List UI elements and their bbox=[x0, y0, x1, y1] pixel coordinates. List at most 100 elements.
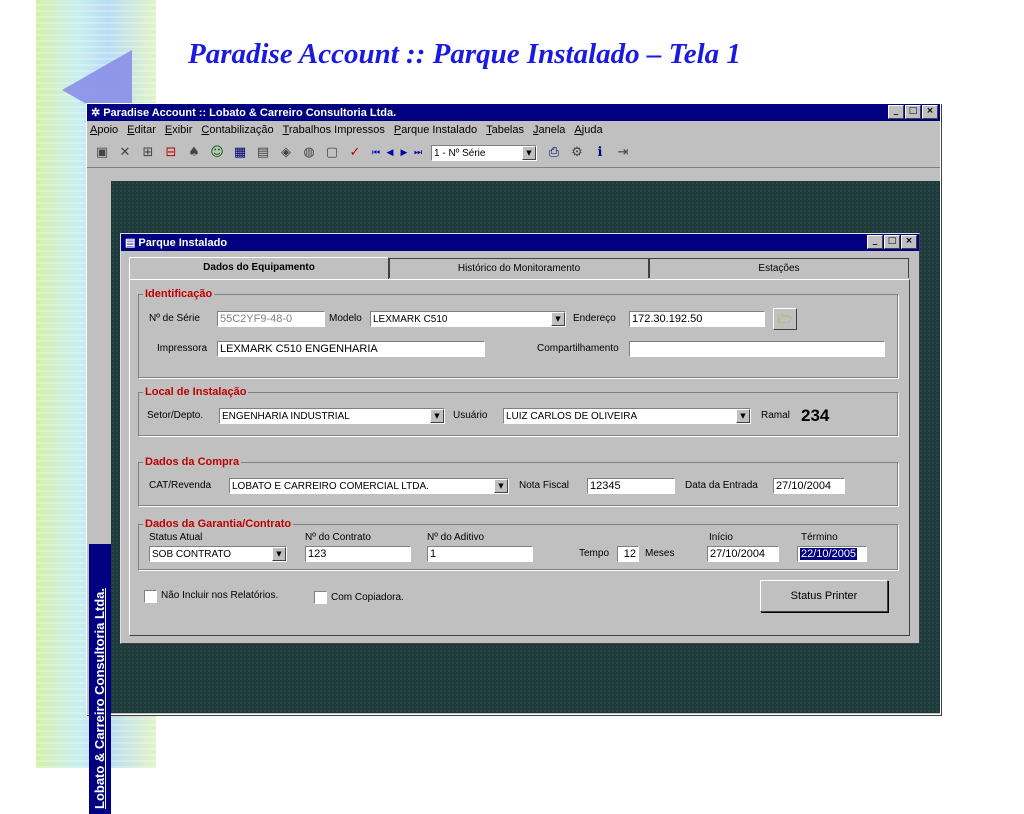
menu-contabilizacao[interactable]: Contabilização bbox=[201, 124, 273, 136]
menu-exibir[interactable]: Exibir bbox=[165, 124, 193, 136]
binoculars-icon[interactable]: ♠ bbox=[185, 144, 203, 162]
vertical-company-text: Lobato & Carreiro Consultoria Ltda. bbox=[92, 587, 107, 809]
child-title: Parque Instalado bbox=[138, 236, 228, 249]
chevron-down-icon[interactable]: ▼ bbox=[736, 409, 750, 423]
chevron-down-icon[interactable]: ▼ bbox=[494, 479, 508, 493]
local-instalacao-group: Local de Instalação Setor/Depto. ENGENHA… bbox=[138, 386, 898, 436]
delete-record-icon[interactable]: ⊟ bbox=[162, 144, 180, 162]
setor-select[interactable]: ENGENHARIA INDUSTRIAL ▼ bbox=[219, 408, 445, 424]
cat-label: CAT/Revenda bbox=[149, 480, 212, 491]
meses-label: Meses bbox=[645, 548, 675, 559]
minimize-button[interactable]: _ bbox=[888, 105, 904, 119]
info-icon[interactable]: ℹ bbox=[591, 144, 609, 162]
contrato-field[interactable]: 123 bbox=[305, 546, 411, 562]
nao-incluir-checkbox[interactable] bbox=[144, 590, 157, 603]
filter-icon[interactable]: ◈ bbox=[277, 144, 295, 162]
aditivo-field[interactable]: 1 bbox=[427, 546, 533, 562]
serie-field[interactable]: 55C2YF9-48-0 bbox=[217, 311, 325, 327]
clipboard-icon[interactable]: ▢ bbox=[323, 144, 341, 162]
termino-field[interactable]: 22/10/2005 bbox=[797, 546, 867, 562]
tab-historico-monitoramento[interactable]: Histórico do Monitoramento bbox=[389, 258, 649, 278]
grid-icon[interactable]: ▦ bbox=[231, 144, 249, 162]
report-icon[interactable]: ▤ bbox=[254, 144, 272, 162]
child-close-button[interactable]: × bbox=[901, 235, 917, 249]
com-copiadora-label: Com Copiadora. bbox=[331, 592, 404, 603]
menu-tabelas[interactable]: Tabelas bbox=[486, 124, 524, 136]
garantia-group: Dados da Garantia/Contrato Status Atual … bbox=[138, 518, 898, 570]
impressora-field[interactable]: LEXMARK C510 ENGENHARIA bbox=[217, 341, 485, 357]
chevron-down-icon[interactable]: ▼ bbox=[430, 409, 444, 423]
search-field-value: 1 - Nº Série bbox=[434, 147, 486, 159]
first-record-icon[interactable]: ⏮ bbox=[369, 145, 383, 161]
serie-label: Nº de Série bbox=[149, 313, 200, 324]
tab-strip: Dados do Equipamento Histórico do Monito… bbox=[129, 257, 909, 279]
modelo-select[interactable]: LEXMARK C510 ▼ bbox=[370, 311, 566, 327]
tab-estacoes[interactable]: Estações bbox=[649, 258, 909, 278]
tempo-label: Tempo bbox=[579, 548, 610, 559]
compartilhamento-field[interactable] bbox=[629, 341, 885, 357]
child-minimize-button[interactable]: _ bbox=[867, 235, 883, 249]
chevron-down-icon[interactable]: ▼ bbox=[272, 547, 286, 561]
slide-title: Paradise Account :: Parque Instalado – T… bbox=[188, 38, 741, 70]
exit-icon[interactable]: ⇥ bbox=[614, 144, 632, 162]
child-titlebar: ▤ Parque Instalado _ □ × bbox=[121, 234, 919, 251]
menubar: Apoio Editar Exibir Contabilização Traba… bbox=[87, 121, 940, 139]
ramal-value: 234 bbox=[801, 406, 830, 425]
garantia-legend: Dados da Garantia/Contrato bbox=[145, 518, 292, 530]
printer-icon[interactable]: ⎙ bbox=[545, 144, 563, 162]
folder-open-icon[interactable]: 🗁 bbox=[773, 308, 797, 330]
tab-dados-equipamento[interactable]: Dados do Equipamento bbox=[129, 257, 389, 279]
modelo-value: LEXMARK C510 bbox=[373, 313, 448, 325]
close-button[interactable]: × bbox=[922, 105, 938, 119]
record-navigator: ⏮ ◀ ▶ ⏭ bbox=[369, 145, 425, 161]
child-maximize-button[interactable]: □ bbox=[884, 235, 900, 249]
prev-record-icon[interactable]: ◀ bbox=[383, 145, 397, 161]
search-field-combo[interactable]: 1 - Nº Série ▼ bbox=[431, 145, 537, 161]
termino-value: 22/10/2005 bbox=[800, 548, 858, 560]
usuario-select[interactable]: LUIZ CARLOS DE OLIVEIRA ▼ bbox=[503, 408, 751, 424]
maximize-button[interactable]: □ bbox=[905, 105, 921, 119]
save-icon[interactable]: ▣ bbox=[93, 144, 111, 162]
com-copiadora-checkbox[interactable] bbox=[314, 591, 327, 604]
cat-select[interactable]: LOBATO E CARREIRO COMERCIAL LTDA. ▼ bbox=[229, 478, 509, 494]
modelo-label: Modelo bbox=[329, 313, 362, 324]
entrada-label: Data da Entrada bbox=[685, 480, 758, 491]
chevron-down-icon[interactable]: ▼ bbox=[522, 146, 536, 160]
tempo-field[interactable]: 12 bbox=[617, 546, 639, 562]
disk-icon[interactable]: ◍ bbox=[300, 144, 318, 162]
endereco-field[interactable]: 172.30.192.50 bbox=[629, 311, 765, 327]
status-printer-button[interactable]: Status Printer bbox=[760, 580, 888, 612]
menu-ajuda[interactable]: Ajuda bbox=[574, 124, 602, 136]
add-record-icon[interactable]: ⊞ bbox=[139, 144, 157, 162]
setor-label: Setor/Depto. bbox=[147, 410, 204, 421]
last-record-icon[interactable]: ⏭ bbox=[411, 145, 425, 161]
chevron-down-icon[interactable]: ▼ bbox=[551, 312, 565, 326]
menu-parque-instalado[interactable]: Parque Instalado bbox=[394, 124, 477, 136]
usuario-value: LUIZ CARLOS DE OLIVEIRA bbox=[506, 410, 638, 422]
status-select[interactable]: SOB CONTRATO ▼ bbox=[149, 546, 287, 562]
settings-icon[interactable]: ⚙ bbox=[568, 144, 586, 162]
menu-editar[interactable]: Editar bbox=[127, 124, 156, 136]
compartilhamento-label: Compartilhamento bbox=[537, 343, 619, 354]
parque-instalado-window: ▤ Parque Instalado _ □ × Dados do Equipa… bbox=[120, 233, 920, 644]
menu-apoio[interactable]: Apoio bbox=[90, 124, 118, 136]
menu-trabalhos-impressos[interactable]: Trabalhos Impressos bbox=[283, 124, 385, 136]
usuario-label: Usuário bbox=[453, 410, 488, 421]
nota-field[interactable]: 12345 bbox=[587, 478, 675, 494]
cancel-icon[interactable]: ✕ bbox=[116, 144, 134, 162]
window-icon: ▤ bbox=[125, 237, 136, 249]
nota-label: Nota Fiscal bbox=[519, 480, 570, 491]
ramal-label: Ramal bbox=[761, 410, 790, 421]
vertical-company-label: Lobato & Carreiro Consultoria Ltda. bbox=[89, 544, 111, 814]
tool-icon[interactable]: ✓ bbox=[346, 144, 364, 162]
nao-incluir-label: Não Incluir nos Relatórios. bbox=[161, 590, 279, 601]
entrada-field[interactable]: 27/10/2004 bbox=[773, 478, 845, 494]
setor-value: ENGENHARIA INDUSTRIAL bbox=[222, 410, 350, 422]
compra-legend: Dados da Compra bbox=[145, 456, 240, 468]
inicio-field[interactable]: 27/10/2004 bbox=[707, 546, 779, 562]
menu-janela[interactable]: Janela bbox=[533, 124, 565, 136]
aditivo-label: Nº do Aditivo bbox=[427, 532, 485, 543]
app-icon: ✲ bbox=[91, 107, 101, 119]
next-record-icon[interactable]: ▶ bbox=[397, 145, 411, 161]
users-icon[interactable]: ☺ bbox=[208, 144, 226, 162]
